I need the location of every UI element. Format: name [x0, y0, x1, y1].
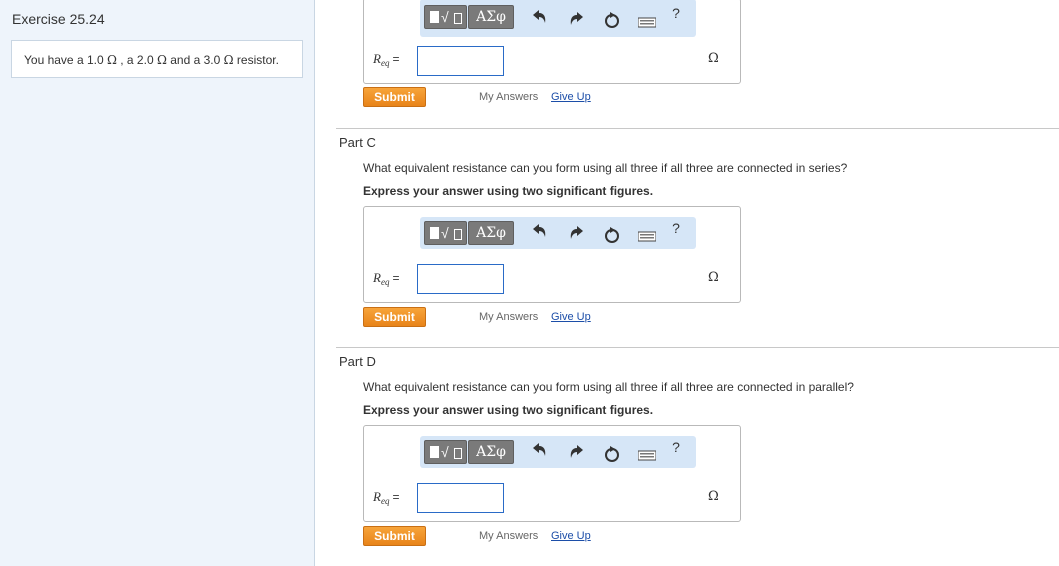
radical-icon: √ — [441, 444, 449, 460]
radical-icon: √ — [441, 9, 449, 25]
template-icon — [430, 11, 439, 23]
help-icon[interactable]: ? — [667, 4, 685, 24]
math-toolbar: √ ΑΣφ ? — [420, 436, 696, 468]
redo-icon[interactable] — [568, 225, 586, 245]
answer-box-part-c: √ ΑΣφ ? Req = Ω — [363, 206, 741, 303]
help-icon[interactable]: ? — [667, 219, 685, 239]
redo-icon[interactable] — [568, 11, 586, 31]
ohm-symbol: Ω — [106, 53, 117, 67]
my-answers-link-part-c[interactable]: My Answers — [479, 311, 538, 323]
reset-icon[interactable] — [603, 225, 621, 245]
intro-text-part: and a 3.0 — [166, 53, 224, 67]
part-divider — [336, 347, 1059, 348]
part-c-title: Part C — [339, 135, 376, 150]
submit-button-part-b[interactable]: Submit — [363, 87, 426, 107]
redo-icon[interactable] — [568, 444, 586, 464]
template-button[interactable]: √ — [424, 221, 467, 245]
answer-box-part-b: √ ΑΣφ ? Req = Ω — [363, 0, 741, 84]
give-up-link-part-b[interactable]: Give Up — [551, 91, 591, 103]
help-icon[interactable]: ? — [667, 438, 685, 458]
equals-sign: = — [392, 271, 400, 285]
template-icon — [430, 227, 439, 239]
answer-input-part-c[interactable] — [417, 264, 504, 294]
req-subscript: eq — [380, 58, 390, 68]
answer-box-part-d: √ ΑΣφ ? Req = Ω — [363, 425, 741, 522]
intro-text: You have a 1.0 Ω , a 2.0 Ω and a 3.0 Ω r… — [11, 40, 303, 78]
part-d-question: What equivalent resistance can you form … — [363, 380, 854, 394]
req-label: Req = — [373, 51, 399, 68]
answer-input-part-d[interactable] — [417, 483, 504, 513]
req-subscript: eq — [380, 496, 390, 506]
intro-text-part: , a 2.0 — [116, 53, 157, 67]
math-toolbar: √ ΑΣφ ? — [420, 0, 696, 37]
reset-icon[interactable] — [603, 10, 621, 30]
reset-icon[interactable] — [603, 444, 621, 464]
exercise-title: Exercise 25.24 — [12, 11, 105, 27]
radical-icon: √ — [441, 225, 449, 241]
req-label: Req = — [373, 270, 399, 287]
intro-text-part: You have a 1.0 — [24, 53, 107, 67]
template-box-icon — [454, 229, 462, 240]
part-c-instruction: Express your answer using two significan… — [363, 184, 654, 198]
equals-sign: = — [392, 490, 400, 504]
my-answers-link-part-d[interactable]: My Answers — [479, 530, 538, 542]
part-divider — [336, 128, 1059, 129]
math-toolbar: √ ΑΣφ ? — [420, 217, 696, 249]
keyboard-icon[interactable] — [638, 446, 656, 466]
my-answers-link-part-b[interactable]: My Answers — [479, 91, 538, 103]
equals-sign: = — [392, 52, 400, 66]
sidebar: Exercise 25.24 You have a 1.0 Ω , a 2.0 … — [0, 0, 315, 566]
greek-symbols-button[interactable]: ΑΣφ — [468, 5, 514, 29]
intro-text-part: resistor. — [233, 53, 279, 67]
req-subscript: eq — [380, 277, 390, 287]
give-up-link-part-d[interactable]: Give Up — [551, 530, 591, 542]
unit-label: Ω — [708, 270, 719, 285]
submit-button-part-c[interactable]: Submit — [363, 307, 426, 327]
undo-icon[interactable] — [530, 9, 548, 29]
template-box-icon — [454, 13, 462, 24]
req-symbol: R — [373, 51, 381, 66]
keyboard-icon[interactable] — [638, 227, 656, 247]
undo-icon[interactable] — [530, 223, 548, 243]
req-label: Req = — [373, 489, 399, 506]
req-symbol: R — [373, 270, 381, 285]
template-button[interactable]: √ — [424, 5, 467, 29]
ohm-symbol: Ω — [223, 53, 234, 67]
greek-symbols-button[interactable]: ΑΣφ — [468, 221, 514, 245]
req-symbol: R — [373, 489, 381, 504]
part-d-instruction: Express your answer using two significan… — [363, 403, 654, 417]
part-c-question: What equivalent resistance can you form … — [363, 161, 848, 175]
template-box-icon — [454, 448, 462, 459]
answer-input-part-b[interactable] — [417, 46, 504, 76]
give-up-link-part-c[interactable]: Give Up — [551, 311, 591, 323]
undo-icon[interactable] — [530, 442, 548, 462]
main-content: √ ΑΣφ ? Req = Ω Submit My Answers Give Up… — [316, 0, 1059, 566]
ohm-symbol: Ω — [156, 53, 167, 67]
part-d-title: Part D — [339, 354, 376, 369]
template-icon — [430, 446, 439, 458]
template-button[interactable]: √ — [424, 440, 467, 464]
keyboard-icon[interactable] — [638, 13, 656, 33]
unit-label: Ω — [708, 51, 719, 66]
unit-label: Ω — [708, 489, 719, 504]
greek-symbols-button[interactable]: ΑΣφ — [468, 440, 514, 464]
submit-button-part-d[interactable]: Submit — [363, 526, 426, 546]
